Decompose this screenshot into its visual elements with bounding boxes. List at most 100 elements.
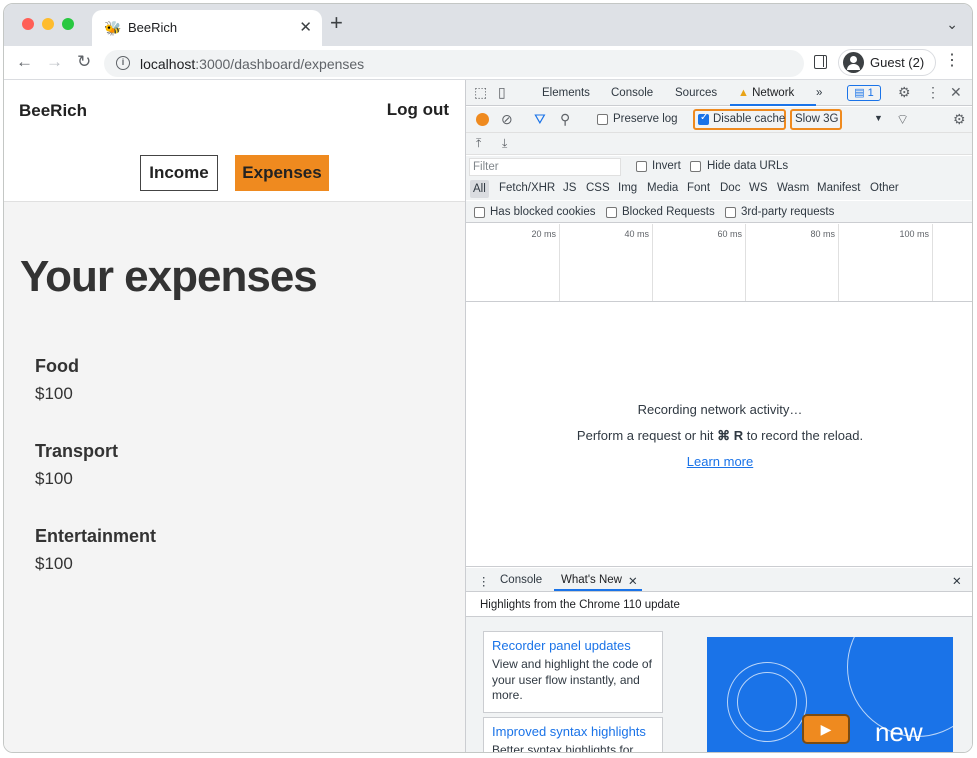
network-empty-state: Recording network activity… Perform a re… xyxy=(466,302,972,567)
news-card-title[interactable]: Improved syntax highlights xyxy=(492,724,654,739)
zoom-window-button[interactable] xyxy=(62,18,74,30)
expenses-nav-button[interactable]: Expenses xyxy=(235,155,329,191)
disable-cache-checkbox[interactable] xyxy=(698,112,709,125)
type-filter-css[interactable]: CSS xyxy=(586,182,610,194)
preserve-log-label: Preserve log xyxy=(613,113,678,125)
tab-title: BeeRich xyxy=(128,20,178,35)
resource-type-filters: All Fetch/XHR JS CSS Img Media Font Doc … xyxy=(466,178,972,200)
list-item[interactable]: Entertainment $100 xyxy=(35,526,156,611)
close-tab-icon[interactable]: ✕ xyxy=(628,574,638,588)
new-tab-icon[interactable]: + xyxy=(330,12,343,34)
network-timeline[interactable]: 20 ms 40 ms 60 ms 80 ms 100 ms xyxy=(466,224,972,302)
type-filter-doc[interactable]: Doc xyxy=(720,182,740,194)
forward-arrow-icon[interactable]: → xyxy=(46,53,63,70)
app-page: BeeRich Log out Income Expenses Your exp… xyxy=(4,80,465,752)
type-filter-font[interactable]: Font xyxy=(687,182,710,194)
income-nav-button[interactable]: Income xyxy=(140,155,218,191)
search-icon[interactable]: ⚲ xyxy=(560,112,570,126)
timeline-tick-label: 80 ms xyxy=(810,229,835,239)
type-filter-media[interactable]: Media xyxy=(647,182,678,194)
throttling-select[interactable]: Slow 3G xyxy=(795,113,838,125)
close-tab-icon[interactable]: ✕ xyxy=(299,18,312,36)
invert-checkbox[interactable] xyxy=(636,161,647,172)
type-filter-other[interactable]: Other xyxy=(870,182,899,194)
info-icon[interactable]: i xyxy=(116,56,130,70)
type-filter-ws[interactable]: WS xyxy=(749,182,768,194)
type-filter-wasm[interactable]: Wasm xyxy=(777,182,809,194)
record-icon[interactable] xyxy=(476,113,489,126)
invert-label: Invert xyxy=(652,160,681,172)
browser-tab[interactable]: 🐝 BeeRich ✕ xyxy=(92,10,322,46)
address-bar[interactable]: i localhost:3000/dashboard/expenses xyxy=(104,50,804,77)
clear-icon[interactable]: ⊘ xyxy=(501,112,513,126)
side-panel-icon[interactable] xyxy=(814,55,827,69)
import-har-icon[interactable]: ⤒ xyxy=(476,136,481,150)
learn-more-link[interactable]: Learn more xyxy=(466,454,972,469)
messages-badge[interactable]: ▤ 1 xyxy=(847,85,881,101)
network-settings-icon[interactable]: ⚙ xyxy=(953,112,966,126)
hide-data-urls-checkbox[interactable] xyxy=(690,161,701,172)
blocked-requests-checkbox[interactable] xyxy=(606,207,617,218)
profile-button[interactable]: Guest (2) xyxy=(838,49,936,76)
timeline-column: 20 ms xyxy=(466,224,560,301)
active-drawer-tab-underline xyxy=(554,589,642,591)
type-filter-js[interactable]: JS xyxy=(563,182,576,194)
export-har-icon[interactable]: ⤓ xyxy=(502,136,507,150)
drawer-tab-console[interactable]: Console xyxy=(500,574,542,586)
news-card[interactable]: Recorder panel updates View and highligh… xyxy=(483,631,663,713)
profile-label: Guest (2) xyxy=(870,55,925,70)
reload-hint: Perform a request or hit ⌘ R to record t… xyxy=(576,428,864,443)
news-card-title[interactable]: Recorder panel updates xyxy=(492,638,654,653)
logout-button[interactable]: Log out xyxy=(387,100,449,120)
network-toolbar: ⊘ ⛛ ⚲ Preserve log Disable cache Slow 3G… xyxy=(466,107,972,133)
timeline-tick-label: 100 ms xyxy=(899,229,929,239)
news-card-body: Better syntax highlights for xyxy=(492,743,634,753)
device-toolbar-icon[interactable]: ▯ xyxy=(498,85,506,99)
news-card[interactable]: Improved syntax highlights Better syntax… xyxy=(483,717,663,753)
list-item[interactable]: Food $100 xyxy=(35,356,156,441)
filter-input[interactable]: Filter xyxy=(469,158,621,176)
timeline-tick-label: 40 ms xyxy=(624,229,649,239)
type-filter-img[interactable]: Img xyxy=(618,182,637,194)
tab-elements[interactable]: Elements xyxy=(542,87,590,99)
warning-icon: ▲ xyxy=(738,87,749,99)
promo-new-text: new xyxy=(875,717,923,747)
more-tabs-button[interactable]: » xyxy=(816,87,822,99)
close-window-button[interactable] xyxy=(22,18,34,30)
expense-list: Food $100 Transport $100 Entertainment $… xyxy=(35,356,156,611)
more-vert-icon[interactable]: ⋮ xyxy=(944,53,960,69)
minimize-window-button[interactable] xyxy=(42,18,54,30)
preserve-log-checkbox[interactable] xyxy=(597,114,608,125)
type-filter-all[interactable]: All xyxy=(470,180,489,198)
brand-logo[interactable]: BeeRich xyxy=(19,101,87,121)
filter-icon[interactable]: ⛛ xyxy=(534,112,546,126)
blocked-cookies-checkbox[interactable] xyxy=(474,207,485,218)
highlights-text: Highlights from the Chrome 110 update xyxy=(480,599,680,611)
play-icon[interactable]: ▶ xyxy=(802,714,850,744)
blocked-cookies-label: Has blocked cookies xyxy=(490,206,596,218)
close-drawer-icon[interactable]: ✕ xyxy=(952,574,962,588)
expense-title: Transport xyxy=(35,441,119,461)
promo-video-thumbnail[interactable]: ▶ new xyxy=(707,637,953,752)
back-arrow-icon[interactable]: ← xyxy=(16,53,33,70)
drawer-tab-whats-new[interactable]: What's New xyxy=(561,574,622,586)
close-devtools-icon[interactable]: ✕ xyxy=(950,85,962,99)
inspect-element-icon[interactable]: ⬚ xyxy=(474,85,487,99)
third-party-checkbox[interactable] xyxy=(725,207,736,218)
type-filter-fetch-xhr[interactable]: Fetch/XHR xyxy=(499,182,555,194)
tab-sources[interactable]: Sources xyxy=(675,87,717,99)
settings-gear-icon[interactable]: ⚙ xyxy=(898,85,911,99)
tab-network[interactable]: ▲ Network xyxy=(738,87,794,99)
app-header: BeeRich Log out Income Expenses xyxy=(4,80,465,202)
list-item[interactable]: Transport $100 xyxy=(35,441,156,526)
type-filter-manifest[interactable]: Manifest xyxy=(817,182,860,194)
throttling-dropdown-icon[interactable]: ▼ xyxy=(874,113,883,123)
network-conditions-icon[interactable]: ⌔ xyxy=(896,112,909,126)
chevron-down-icon[interactable]: ⌄ xyxy=(946,16,958,33)
disable-cache-label: Disable cache xyxy=(713,113,786,125)
more-vert-icon[interactable]: ⋮ xyxy=(926,85,940,99)
drawer-menu-icon[interactable]: ⋮ xyxy=(478,574,490,588)
reload-icon[interactable]: ↻ xyxy=(77,53,91,70)
tab-console[interactable]: Console xyxy=(611,87,653,99)
filter-bar: Filter Invert Hide data URLs xyxy=(466,156,972,178)
